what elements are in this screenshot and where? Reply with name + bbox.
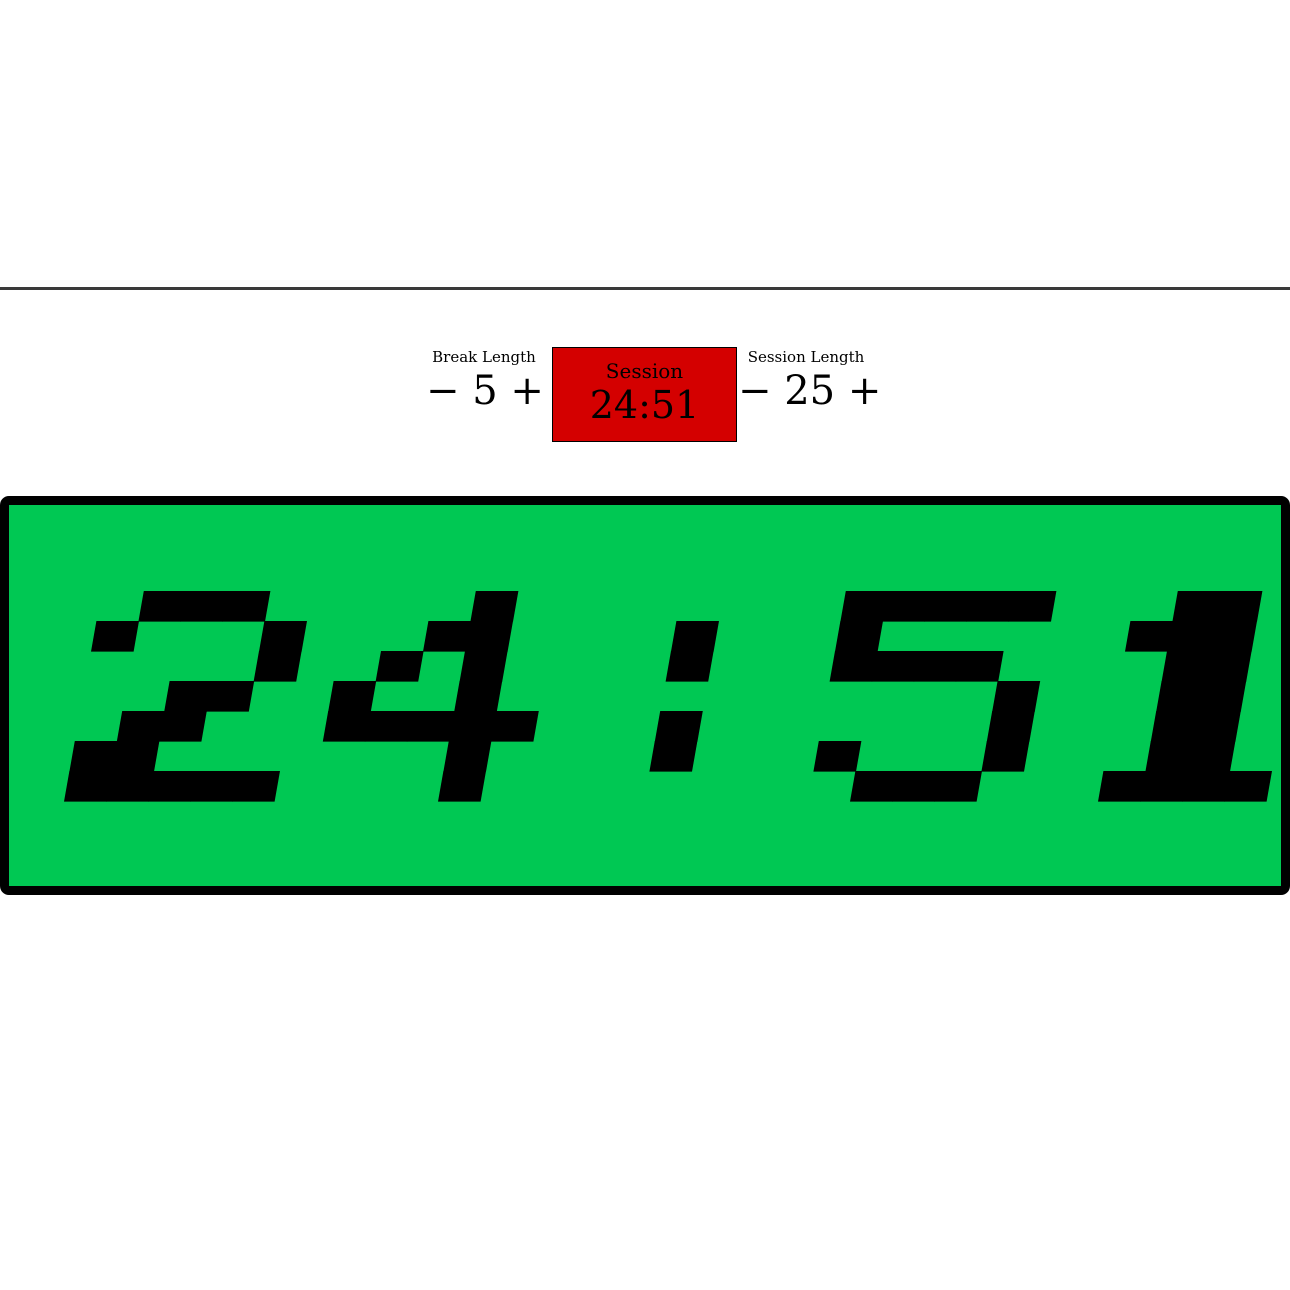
header-divider xyxy=(0,287,1290,290)
session-increment-button[interactable]: + xyxy=(848,366,882,416)
session-length-row: − 25 + xyxy=(738,366,881,416)
timer-status-box[interactable]: Session 24:51 xyxy=(552,347,737,442)
break-decrement-button[interactable]: − xyxy=(426,366,460,416)
big-timer-digit xyxy=(813,591,1057,802)
timer-time-small: 24:51 xyxy=(589,383,700,427)
break-length-label: Break Length xyxy=(432,348,536,366)
big-timer-digits xyxy=(64,591,1272,802)
break-length-control: Break Length − 5 + xyxy=(426,348,544,416)
big-timer-digit xyxy=(1098,591,1272,802)
session-decrement-button[interactable]: − xyxy=(738,366,772,416)
big-timer-display xyxy=(0,496,1290,895)
big-timer-digit xyxy=(322,591,539,802)
big-timer-colon xyxy=(649,621,719,772)
break-length-row: − 5 + xyxy=(426,366,544,416)
timer-mode-label: Session xyxy=(605,359,684,383)
session-length-label: Session Length xyxy=(747,348,865,366)
break-length-value: 5 xyxy=(472,368,498,414)
session-length-value: 25 xyxy=(784,368,836,414)
break-increment-button[interactable]: + xyxy=(510,366,544,416)
big-timer-digit xyxy=(64,591,307,802)
session-length-control: Session Length − 25 + xyxy=(738,348,881,416)
